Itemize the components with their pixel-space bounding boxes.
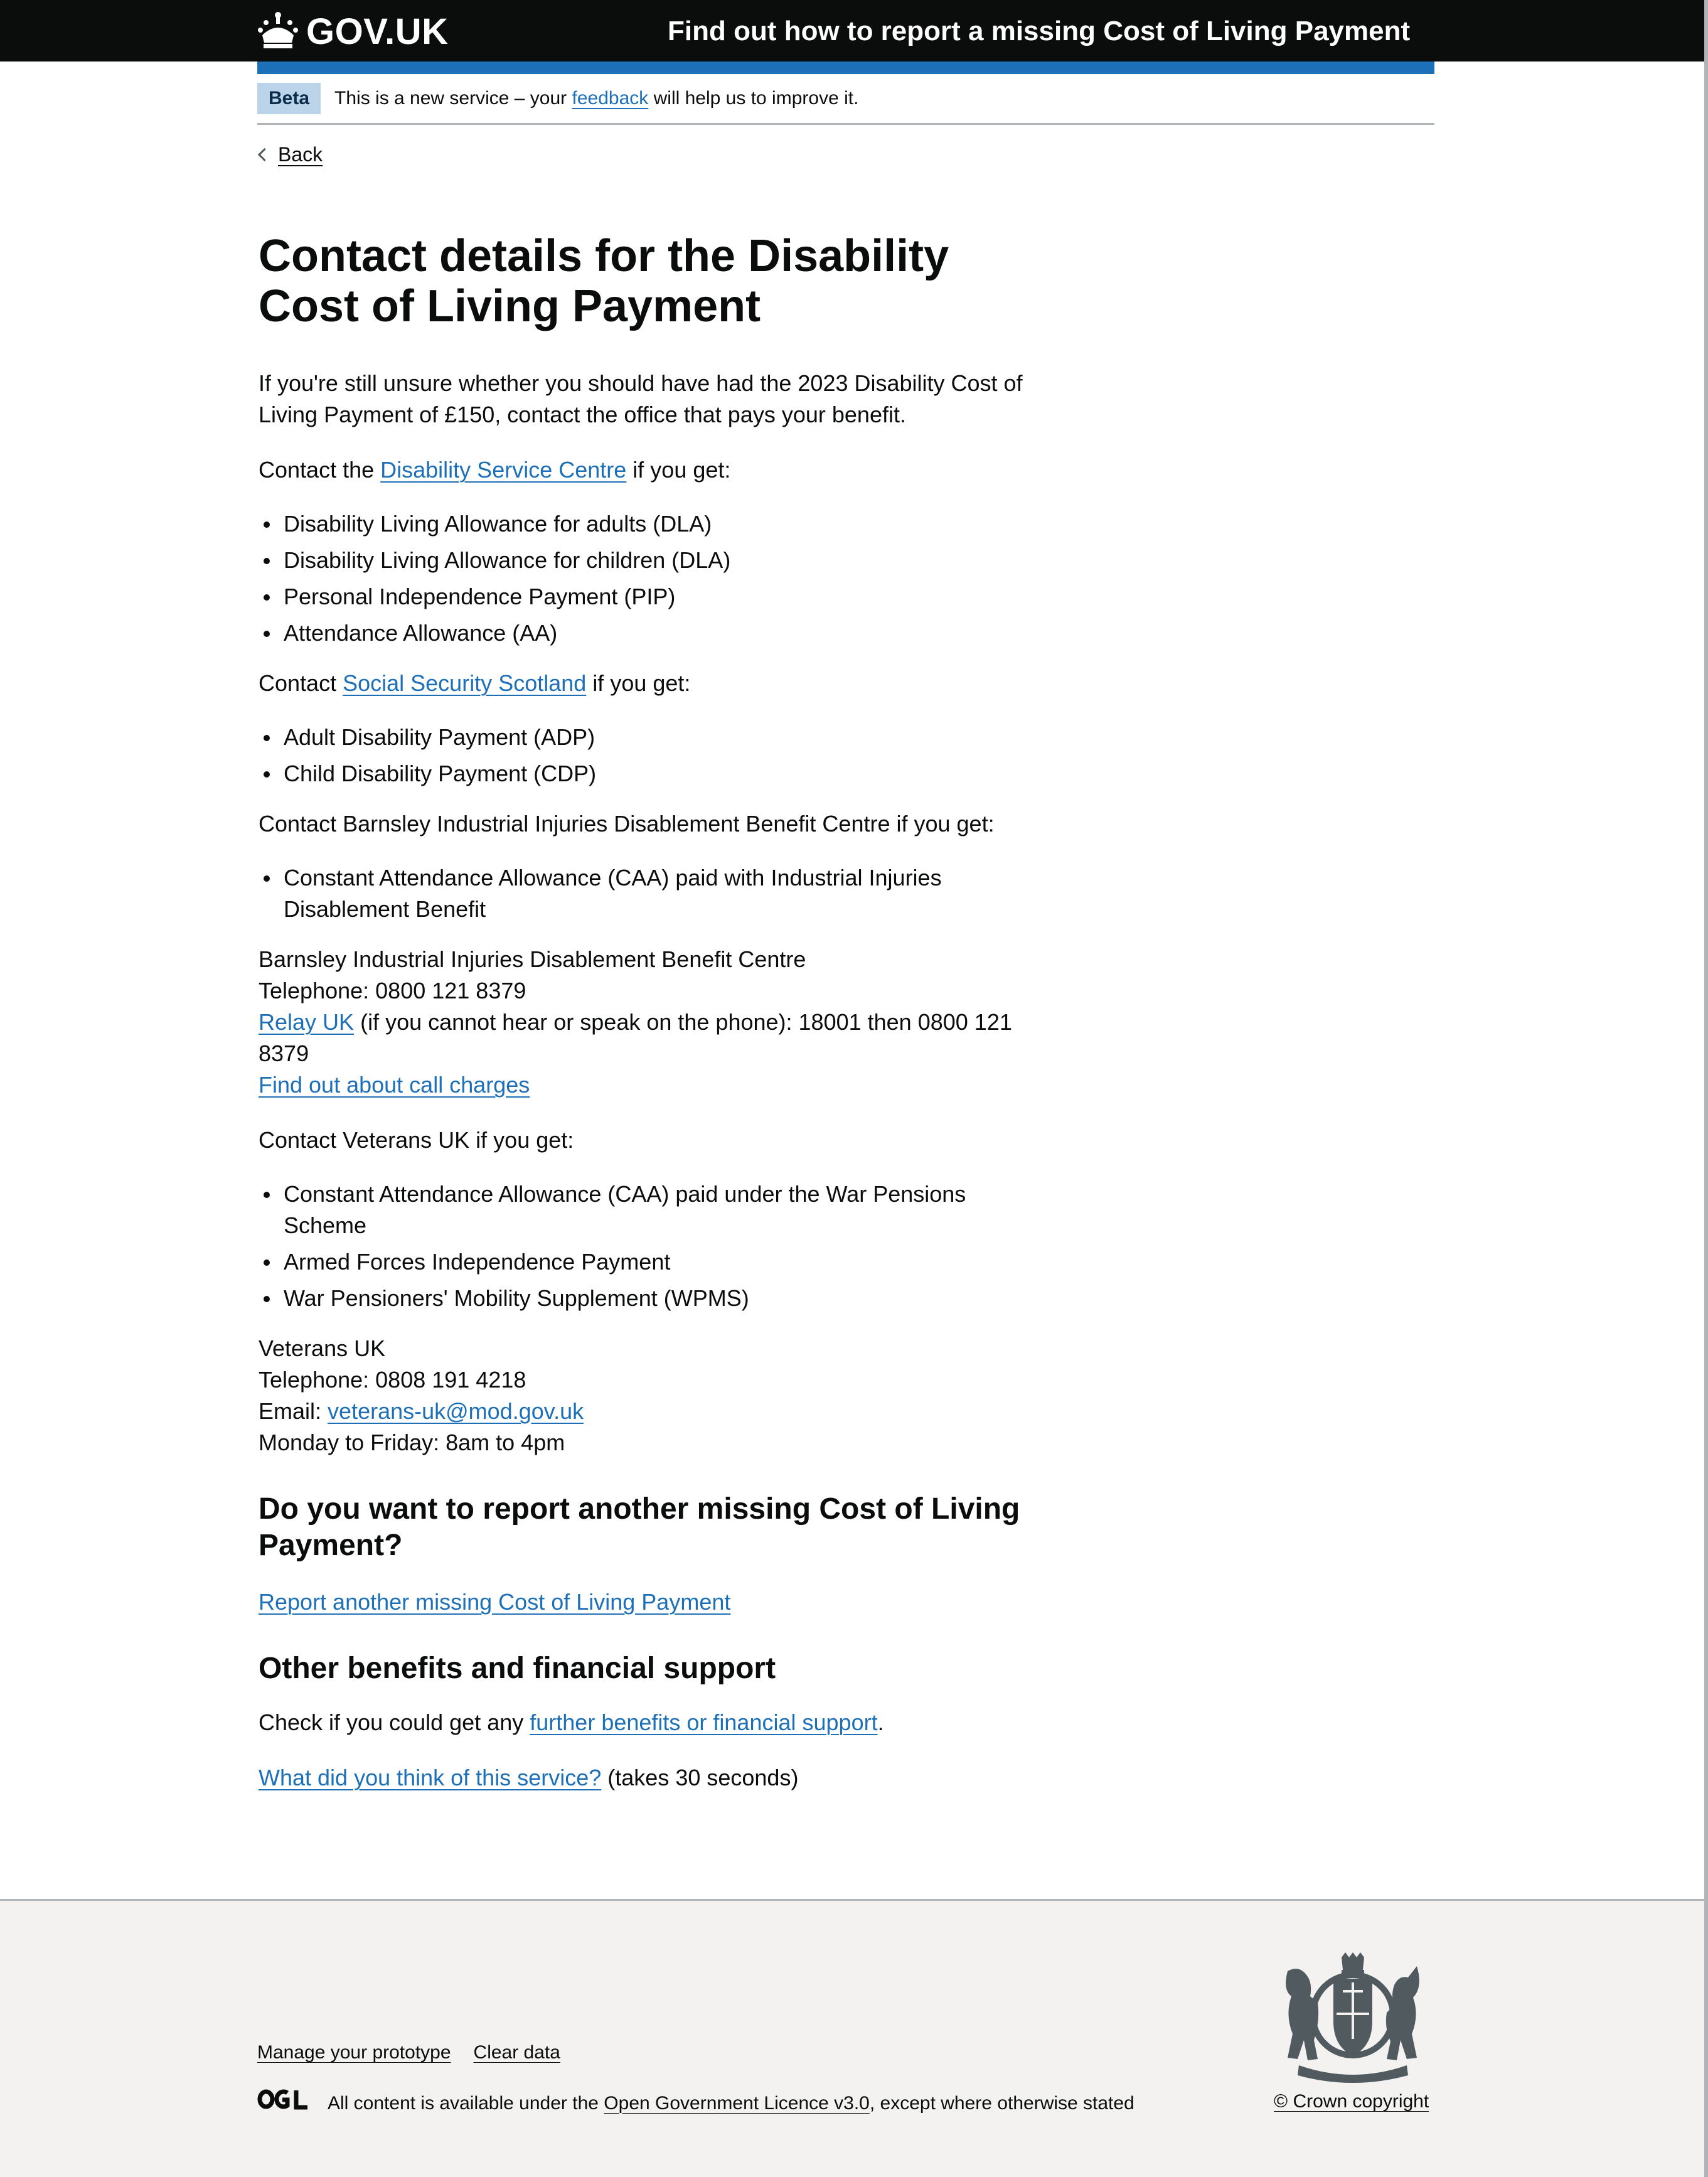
barnsley-telephone: Telephone: 0800 121 8379	[259, 978, 526, 1003]
page-title: Contact details for the Disability Cost …	[259, 231, 949, 331]
barnsley-benefit-list: Constant Attendance Allowance (CAA) paid…	[259, 862, 1049, 925]
sss-after: if you get:	[592, 670, 691, 696]
dsc-benefit-list: Disability Living Allowance for adults (…	[259, 508, 1049, 649]
further-benefits-link[interactable]: further benefits or financial support	[530, 1709, 877, 1735]
crown-icon	[257, 11, 306, 52]
veterans-contact-block: Veterans UK Telephone: 0808 191 4218 Ema…	[259, 1333, 1049, 1458]
crown-copyright-link[interactable]: © Crown copyright	[1274, 2091, 1429, 2112]
barnsley-intro: Contact Barnsley Industrial Injuries Dis…	[259, 811, 995, 837]
call-charges-link[interactable]: Find out about call charges	[259, 1072, 530, 1098]
phase-banner-text: This is a new service – your feedback wi…	[334, 83, 858, 114]
veterans-telephone: Telephone: 0808 191 4218	[259, 1367, 526, 1393]
header-blue-bar	[257, 62, 1434, 74]
service-name-link[interactable]: Find out how to report a missing Cost of…	[668, 11, 1410, 51]
phase-text-before: This is a new service – your	[334, 88, 567, 109]
other-before: Check if you could get any	[259, 1709, 524, 1735]
list-item: Disability Living Allowance for adults (…	[259, 508, 1049, 540]
logo-text: GOV.UK	[306, 11, 449, 52]
veterans-hours: Monday to Friday: 8am to 4pm	[259, 1430, 565, 1455]
crown-copyright: © Crown copyright	[1274, 2088, 1429, 2115]
survey-paragraph: What did you think of this service? (tak…	[259, 1762, 1049, 1794]
call-charges-line: Find out about call charges	[259, 1069, 1049, 1101]
report-another-link[interactable]: Report another missing Cost of Living Pa…	[259, 1589, 730, 1615]
licence-text: All content is available under the Open …	[328, 2090, 1134, 2117]
list-item: Personal Independence Payment (PIP)	[259, 581, 1049, 612]
beta-tag: Beta	[257, 83, 321, 114]
list-item: Armed Forces Independence Payment	[259, 1246, 1049, 1278]
other-after: .	[877, 1709, 884, 1735]
ogl-logo-icon	[257, 2088, 328, 2119]
site-header: GOV.UK Find out how to report a missing …	[0, 0, 1704, 62]
phase-text-after: will help us to improve it.	[653, 88, 859, 109]
dsc-intro: Contact the Disability Service Centre if…	[259, 454, 1049, 486]
govuk-logo-link[interactable]: GOV.UK	[257, 8, 448, 55]
list-item: War Pensioners' Mobility Supplement (WPM…	[259, 1283, 1049, 1314]
footer-links: Manage your prototype Clear data	[257, 2039, 560, 2067]
licence-line: All content is available under the Open …	[257, 2088, 1134, 2119]
report-another-heading: Do you want to report another missing Co…	[259, 1492, 1020, 1562]
sss-before: Contact	[259, 670, 337, 696]
list-item: Disability Living Allowance for children…	[259, 545, 1049, 576]
dsc-after: if you get:	[632, 457, 731, 483]
veterans-intro: Contact Veterans UK if you get:	[259, 1127, 574, 1153]
report-another-line: Report another missing Cost of Living Pa…	[259, 1586, 1049, 1618]
list-item: Constant Attendance Allowance (CAA) paid…	[259, 862, 1049, 925]
open-government-licence-link[interactable]: Open Government Licence v3.0	[604, 2093, 870, 2114]
veterans-benefit-list: Constant Attendance Allowance (CAA) paid…	[259, 1179, 1049, 1314]
back-link[interactable]: Back	[278, 139, 323, 169]
email-label: Email:	[259, 1398, 322, 1424]
main-content: Contact details for the Disability Cost …	[259, 231, 1049, 1794]
other-benefits-paragraph: Check if you could get any further benef…	[259, 1707, 1049, 1738]
chevron-left-icon	[257, 147, 272, 161]
intro-paragraph: If you're still unsure whether you shoul…	[259, 370, 1023, 427]
royal-coat-of-arms-icon	[1274, 1952, 1431, 2084]
veterans-office-name: Veterans UK	[259, 1335, 386, 1361]
veterans-email-line: Email: veterans-uk@mod.gov.uk	[259, 1396, 1049, 1427]
feedback-link[interactable]: feedback	[572, 88, 649, 109]
barnsley-office-name: Barnsley Industrial Injuries Disablement…	[259, 946, 806, 972]
relay-uk-link[interactable]: Relay UK	[259, 1009, 354, 1035]
sss-benefit-list: Adult Disability Payment (ADP) Child Dis…	[259, 722, 1049, 789]
social-security-scotland-link[interactable]: Social Security Scotland	[343, 670, 586, 696]
sss-intro: Contact Social Security Scotland if you …	[259, 668, 1049, 699]
licence-before: All content is available under the	[328, 2092, 599, 2114]
list-item: Constant Attendance Allowance (CAA) paid…	[259, 1179, 1049, 1241]
veterans-email-link[interactable]: veterans-uk@mod.gov.uk	[328, 1398, 584, 1424]
barnsley-relay: Relay UK (if you cannot hear or speak on…	[259, 1007, 1049, 1069]
list-item: Attendance Allowance (AA)	[259, 618, 1049, 649]
barnsley-contact-block: Barnsley Industrial Injuries Disablement…	[259, 944, 1049, 1101]
back-link-container: Back	[257, 139, 323, 169]
manage-prototype-link[interactable]: Manage your prototype	[257, 2039, 451, 2067]
list-item: Child Disability Payment (CDP)	[259, 758, 1049, 789]
relay-text: (if you cannot hear or speak on the phon…	[259, 1009, 1012, 1066]
survey-after: (takes 30 seconds)	[607, 1765, 799, 1790]
list-item: Adult Disability Payment (ADP)	[259, 722, 1049, 753]
dsc-before: Contact the	[259, 457, 375, 483]
other-benefits-heading: Other benefits and financial support	[259, 1652, 776, 1685]
site-footer: Manage your prototype Clear data All con…	[0, 1899, 1704, 2177]
disability-service-centre-link[interactable]: Disability Service Centre	[380, 457, 626, 483]
licence-after: , except where otherwise stated	[869, 2092, 1134, 2114]
phase-banner: Beta This is a new service – your feedba…	[257, 83, 1434, 125]
survey-link[interactable]: What did you think of this service?	[259, 1765, 601, 1790]
clear-data-link[interactable]: Clear data	[474, 2039, 560, 2067]
